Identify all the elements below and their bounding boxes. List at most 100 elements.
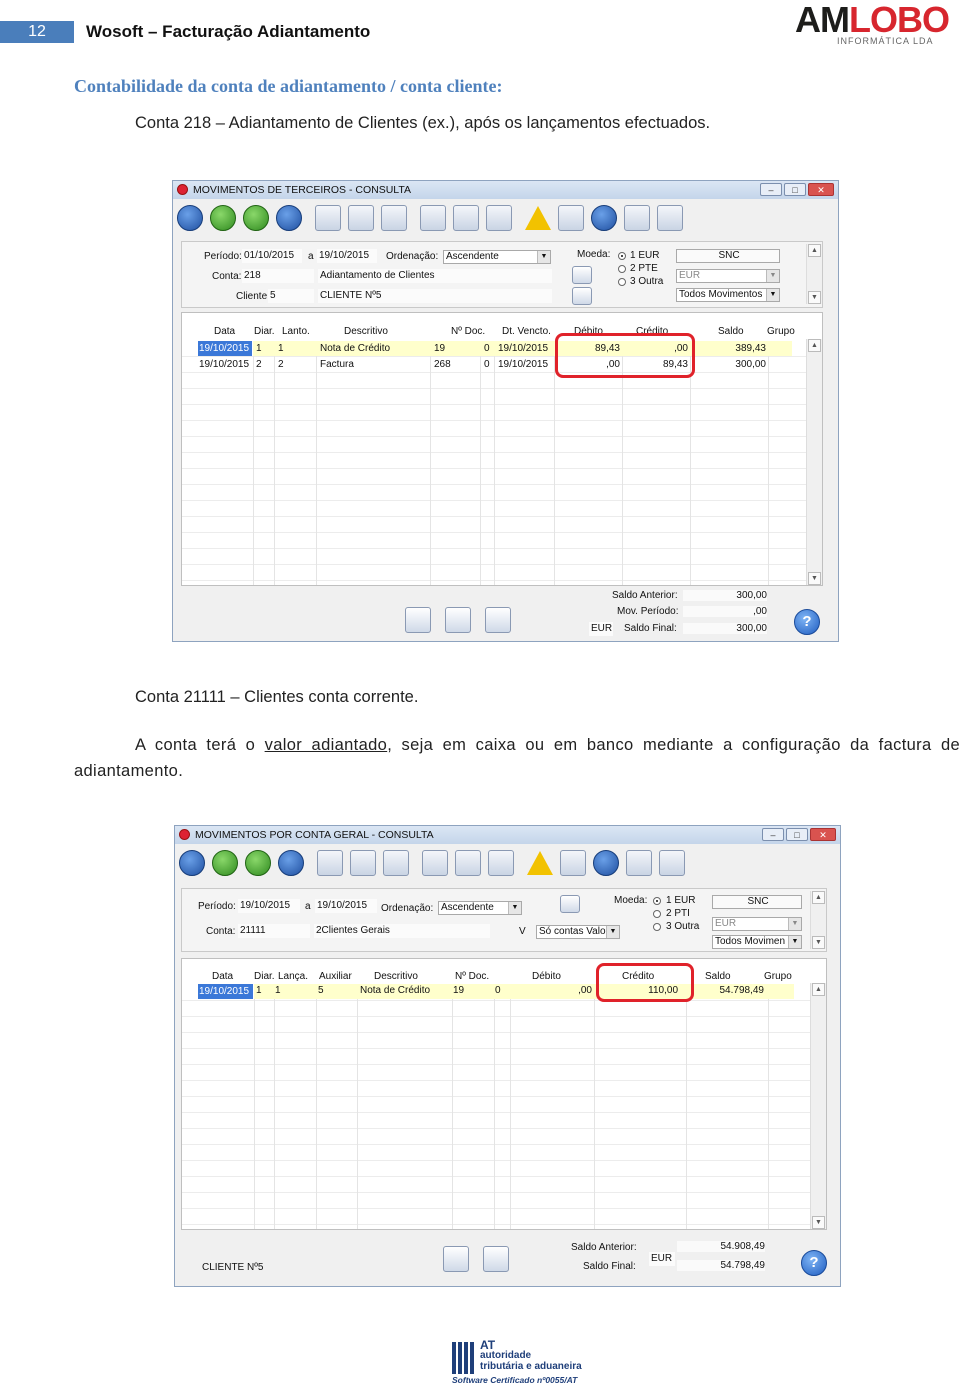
moeda-radio-2[interactable]	[653, 910, 661, 918]
periodo-to-field[interactable]: 19/10/2015	[315, 899, 377, 913]
moeda-radio-2[interactable]	[618, 265, 626, 273]
movimentos-select[interactable]: Todos Movimentos ▼	[676, 288, 780, 302]
filter-scrollbar[interactable]: ▲ ▼	[806, 244, 822, 304]
col-header-diario[interactable]: Diar.	[254, 326, 275, 337]
database-icon[interactable]	[383, 850, 409, 876]
eur-select[interactable]: EUR ▼	[712, 917, 802, 931]
maximize-button[interactable]: □	[786, 828, 808, 841]
maximize-button[interactable]: □	[784, 183, 806, 196]
search-icon[interactable]	[317, 850, 343, 876]
snc-field[interactable]: SNC	[712, 895, 802, 909]
add-record-icon[interactable]	[420, 205, 446, 231]
col-header-ndoc[interactable]: Nº Doc.	[451, 326, 485, 337]
paragraph-conta-218: Conta 218 – Adiantamento de Clientes (ex…	[135, 114, 711, 132]
export-icon[interactable]	[445, 607, 471, 633]
print-icon[interactable]	[558, 205, 584, 231]
delete-database-icon[interactable]	[348, 205, 374, 231]
cliente-label: Cliente	[236, 291, 268, 302]
close-button[interactable]: ✕	[808, 183, 834, 196]
close-button[interactable]: ✕	[810, 828, 836, 841]
ordenacao-select[interactable]: Ascendente ▼	[443, 250, 551, 264]
save-icon[interactable]	[624, 205, 650, 231]
scroll-down-icon[interactable]: ▼	[808, 572, 821, 585]
last-record-icon[interactable]	[276, 205, 302, 231]
save-icon[interactable]	[626, 850, 652, 876]
col-header-lancamento[interactable]: Lança.	[278, 971, 308, 982]
cancel-icon[interactable]	[486, 205, 512, 231]
table-scrollbar[interactable]: ▲ ▼	[806, 339, 822, 585]
next-record-icon[interactable]	[243, 205, 269, 231]
scroll-up-icon[interactable]: ▲	[808, 339, 821, 352]
minimize-button[interactable]: –	[760, 183, 782, 196]
filter-scrollbar[interactable]: ▲ ▼	[810, 891, 826, 949]
scroll-up-icon[interactable]: ▲	[812, 891, 825, 904]
warning-icon[interactable]	[525, 206, 551, 230]
conta-field[interactable]: 21111	[238, 924, 310, 938]
database-icon[interactable]	[381, 205, 407, 231]
col-header-debito[interactable]: Débito	[532, 971, 561, 982]
exit-icon[interactable]	[657, 205, 683, 231]
search-icon[interactable]	[315, 205, 341, 231]
scroll-down-icon[interactable]: ▼	[812, 936, 825, 949]
warning-icon[interactable]	[527, 851, 553, 875]
col-header-vencimento[interactable]: Dt. Vencto.	[502, 326, 551, 337]
conta-field[interactable]: 218	[242, 269, 314, 283]
help-icon[interactable]: ?	[801, 1250, 827, 1276]
col-header-saldo[interactable]: Saldo	[718, 326, 744, 337]
moeda-option-3: 3 Outra	[630, 276, 664, 287]
col-header-ndoc[interactable]: Nº Doc.	[455, 971, 489, 982]
refresh-icon[interactable]	[453, 205, 479, 231]
binoculars-icon[interactable]	[405, 607, 431, 633]
col-header-data[interactable]: Data	[212, 971, 233, 982]
printer-icon[interactable]	[560, 895, 580, 913]
scroll-up-icon[interactable]: ▲	[808, 244, 821, 257]
so-contas-select[interactable]: Só contas Valo ▼	[536, 925, 620, 939]
scroll-down-icon[interactable]: ▼	[808, 291, 821, 304]
col-header-diario[interactable]: Diar.	[254, 971, 275, 982]
minimize-button[interactable]: –	[762, 828, 784, 841]
next-record-icon[interactable]	[245, 850, 271, 876]
moeda-radio-1[interactable]	[653, 897, 661, 905]
export-icon[interactable]	[483, 1246, 509, 1272]
movimentos-select[interactable]: Todos Movimen ▼	[712, 935, 802, 949]
col-header-saldo[interactable]: Saldo	[705, 971, 731, 982]
moeda-radio-1[interactable]	[618, 252, 626, 260]
periodo-from-field[interactable]: 01/10/2015	[242, 249, 302, 263]
cancel-icon[interactable]	[488, 850, 514, 876]
first-record-icon[interactable]	[179, 850, 205, 876]
scroll-up-icon[interactable]: ▲	[812, 983, 825, 996]
col-header-descritivo[interactable]: Descritivo	[374, 971, 418, 982]
refresh-icon[interactable]	[455, 850, 481, 876]
binoculars-icon[interactable]	[443, 1246, 469, 1272]
last-record-icon[interactable]	[278, 850, 304, 876]
table-scrollbar[interactable]: ▲ ▼	[810, 983, 826, 1229]
help-icon[interactable]	[591, 205, 617, 231]
periodo-from-field[interactable]: 19/10/2015	[238, 899, 300, 913]
first-record-icon[interactable]	[177, 205, 203, 231]
printer-preview-icon[interactable]	[572, 287, 592, 305]
cliente-field[interactable]: 5	[268, 289, 314, 303]
help-icon[interactable]: ?	[794, 609, 820, 635]
moeda-radio-3[interactable]	[653, 923, 661, 931]
previous-record-icon[interactable]	[210, 205, 236, 231]
snc-field[interactable]: SNC	[676, 249, 780, 263]
print-icon[interactable]	[560, 850, 586, 876]
col-header-auxiliar[interactable]: Auxiliar	[319, 971, 352, 982]
col-header-data[interactable]: Data	[214, 326, 235, 337]
exit-icon[interactable]	[659, 850, 685, 876]
eur-select[interactable]: EUR ▼	[676, 269, 780, 283]
periodo-to-field[interactable]: 19/10/2015	[317, 249, 377, 263]
moeda-radio-3[interactable]	[618, 278, 626, 286]
col-header-grupo[interactable]: Grupo	[767, 326, 795, 337]
help-icon[interactable]	[593, 850, 619, 876]
printer-icon[interactable]	[572, 266, 592, 284]
scroll-down-icon[interactable]: ▼	[812, 1216, 825, 1229]
col-header-descritivo[interactable]: Descritivo	[344, 326, 388, 337]
users-icon[interactable]	[485, 607, 511, 633]
add-record-icon[interactable]	[422, 850, 448, 876]
col-header-grupo[interactable]: Grupo	[764, 971, 792, 982]
col-header-lancamento[interactable]: Lanto.	[282, 326, 310, 337]
delete-database-icon[interactable]	[350, 850, 376, 876]
previous-record-icon[interactable]	[212, 850, 238, 876]
ordenacao-select[interactable]: Ascendente ▼	[438, 901, 522, 915]
